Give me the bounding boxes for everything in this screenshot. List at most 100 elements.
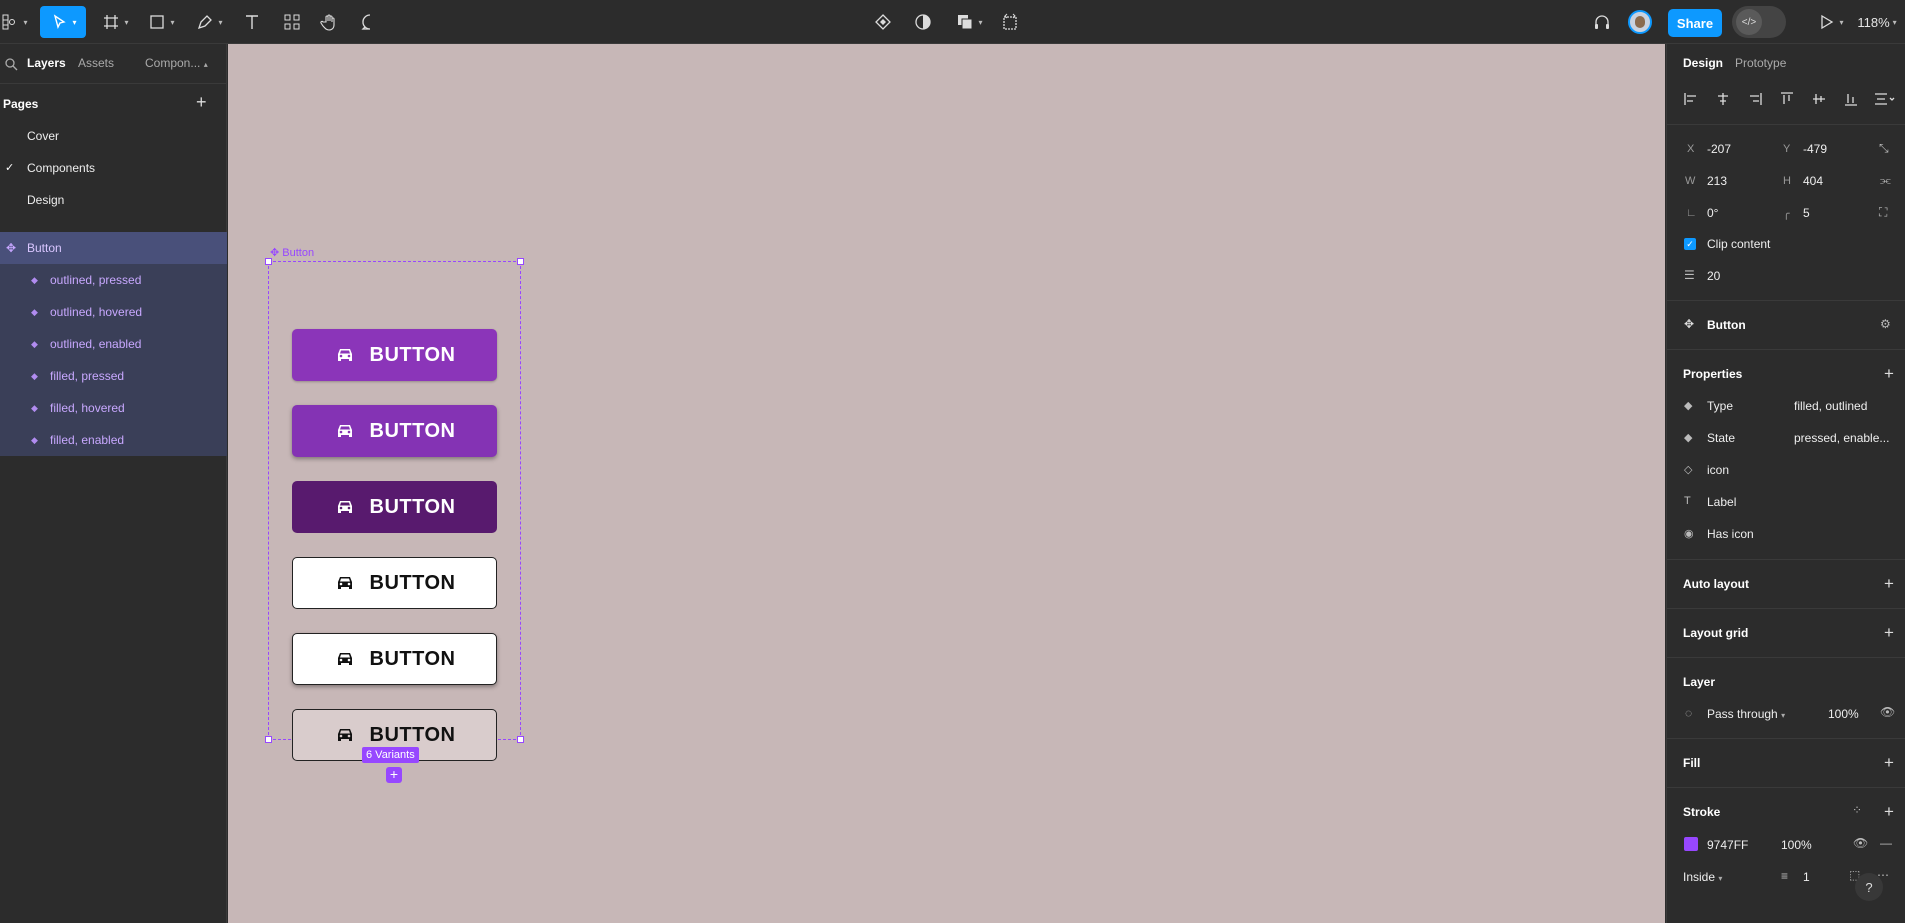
- dev-mode-toggle[interactable]: </>: [1732, 6, 1786, 38]
- distribute-icon[interactable]: [1873, 91, 1895, 107]
- button-variant-outlined-hovered[interactable]: BUTTON: [292, 633, 497, 685]
- add-auto-layout-button[interactable]: +: [1884, 575, 1894, 592]
- resize-handle[interactable]: [265, 736, 272, 743]
- headphones-icon[interactable]: [1590, 6, 1614, 38]
- add-property-button[interactable]: +: [1884, 365, 1894, 382]
- boolean-property-icon: ◉: [1684, 528, 1694, 540]
- page-components[interactable]: Components: [27, 161, 95, 175]
- boolean-icon[interactable]: ▾: [952, 6, 986, 38]
- tab-design[interactable]: Design: [1683, 56, 1723, 70]
- align-left-icon[interactable]: [1683, 91, 1699, 107]
- add-fill-button[interactable]: +: [1884, 754, 1894, 771]
- hand-tool-icon[interactable]: [318, 6, 342, 38]
- zoom-menu[interactable]: 118% ▾: [1852, 6, 1902, 38]
- divider: [1667, 349, 1905, 350]
- figma-menu-icon[interactable]: ▾: [0, 6, 28, 38]
- eye-icon[interactable]: 👁: [1880, 705, 1895, 719]
- button-variant-outlined-pressed[interactable]: BUTTON: [292, 557, 497, 609]
- check-icon: ✓: [5, 162, 15, 174]
- add-layout-grid-button[interactable]: +: [1884, 624, 1894, 641]
- button-variant-filled-hovered[interactable]: BUTTON: [292, 405, 497, 457]
- rotation-input[interactable]: 0°: [1707, 206, 1718, 220]
- property-name: icon: [1707, 463, 1730, 477]
- canvas[interactable]: ✥ Button BUTTON BUTTON BUTTON BUTTON BUT…: [228, 44, 1665, 923]
- independent-corners-icon[interactable]: ⛶: [1879, 205, 1887, 220]
- eye-icon[interactable]: 👁: [1853, 836, 1868, 850]
- frame-tool-icon[interactable]: ▾: [98, 6, 132, 38]
- stroke-opacity-input[interactable]: 100%: [1781, 838, 1812, 852]
- layer-variant[interactable]: ◆ outlined, hovered: [0, 296, 227, 328]
- height-input[interactable]: 404: [1803, 174, 1823, 188]
- frame-label[interactable]: ✥ Button: [270, 246, 314, 259]
- stroke-position-select[interactable]: Inside ▾: [1683, 870, 1722, 884]
- button-label: BUTTON: [369, 723, 456, 746]
- property-row[interactable]: ◇ icon: [1667, 463, 1905, 483]
- layer-variant[interactable]: ◆ filled, hovered: [0, 392, 227, 424]
- search-icon[interactable]: [4, 57, 18, 71]
- user-avatar[interactable]: [1628, 10, 1652, 34]
- property-row[interactable]: ◆ State pressed, enable...: [1667, 431, 1905, 451]
- crop-icon[interactable]: [998, 6, 1022, 38]
- car-icon: [337, 653, 352, 665]
- resources-icon[interactable]: [280, 6, 304, 38]
- resize-handle[interactable]: [517, 258, 524, 265]
- component-set-frame[interactable]: BUTTON BUTTON BUTTON BUTTON BUTTON BUTTO…: [265, 258, 524, 761]
- style-grid-icon[interactable]: ⁘: [1852, 803, 1862, 817]
- blend-mode-select[interactable]: Pass through ▾: [1707, 707, 1785, 721]
- corner-radius-input[interactable]: 5: [1803, 206, 1810, 220]
- align-horizontal-center-icon[interactable]: [1715, 91, 1731, 107]
- tab-assets[interactable]: Assets: [78, 56, 114, 70]
- add-stroke-button[interactable]: +: [1884, 803, 1894, 820]
- y-input[interactable]: -479: [1803, 142, 1827, 156]
- component-icon[interactable]: [871, 6, 895, 38]
- tab-components[interactable]: Compon... ▴: [145, 56, 208, 70]
- lock-ratio-icon[interactable]: ⫘: [1880, 173, 1891, 188]
- comment-tool-icon[interactable]: [358, 6, 382, 38]
- constraints-icon[interactable]: ⤡: [1879, 141, 1889, 156]
- button-label: BUTTON: [369, 571, 456, 594]
- layer-variant[interactable]: ◆ filled, enabled: [0, 424, 227, 456]
- remove-stroke-icon[interactable]: —: [1880, 836, 1892, 850]
- align-bottom-icon[interactable]: [1843, 91, 1859, 107]
- stroke-weight-input[interactable]: 1: [1803, 870, 1810, 884]
- layer-label: Button: [27, 241, 62, 255]
- add-page-button[interactable]: +: [196, 93, 207, 111]
- play-icon[interactable]: ▾: [1812, 6, 1848, 38]
- page-design[interactable]: Design: [27, 193, 64, 207]
- tab-prototype[interactable]: Prototype: [1735, 56, 1786, 70]
- stroke-color-input[interactable]: 9747FF: [1707, 838, 1748, 852]
- variant-icon: ◆: [31, 306, 38, 317]
- property-row[interactable]: ◉ Has icon: [1667, 527, 1905, 547]
- property-row[interactable]: T Label: [1667, 495, 1905, 515]
- align-vertical-center-icon[interactable]: [1811, 91, 1827, 107]
- text-tool-icon[interactable]: [240, 6, 264, 38]
- property-row[interactable]: ◆ Type filled, outlined: [1667, 399, 1905, 419]
- add-variant-button[interactable]: +: [386, 767, 402, 783]
- pen-tool-icon[interactable]: ▾: [192, 6, 226, 38]
- tab-layers[interactable]: Layers: [27, 56, 66, 70]
- resize-handle[interactable]: [265, 258, 272, 265]
- align-right-icon[interactable]: [1747, 91, 1763, 107]
- spacing-input[interactable]: 20: [1707, 269, 1720, 283]
- layer-component-set[interactable]: ✥ Button: [0, 232, 227, 264]
- page-cover[interactable]: Cover: [27, 129, 59, 143]
- button-variant-filled-pressed[interactable]: BUTTON: [292, 329, 497, 381]
- component-settings-icon[interactable]: ⚙: [1880, 317, 1891, 331]
- layer-variant[interactable]: ◆ outlined, enabled: [0, 328, 227, 360]
- help-button[interactable]: ?: [1855, 873, 1883, 901]
- move-tool-icon[interactable]: ▾: [40, 6, 86, 38]
- spacing-icon: ☰: [1684, 268, 1695, 282]
- button-variant-filled-enabled[interactable]: BUTTON: [292, 481, 497, 533]
- align-top-icon[interactable]: [1779, 91, 1795, 107]
- x-input[interactable]: -207: [1707, 142, 1731, 156]
- layer-variant[interactable]: ◆ outlined, pressed: [0, 264, 227, 296]
- layer-variant[interactable]: ◆ filled, pressed: [0, 360, 227, 392]
- stroke-color-swatch[interactable]: [1684, 837, 1698, 851]
- share-button[interactable]: Share: [1668, 9, 1722, 37]
- layer-opacity-input[interactable]: 100%: [1828, 707, 1859, 721]
- resize-handle[interactable]: [517, 736, 524, 743]
- shape-tool-icon[interactable]: ▾: [144, 6, 178, 38]
- contrast-icon[interactable]: [911, 6, 935, 38]
- clip-content-checkbox[interactable]: ✓: [1684, 238, 1696, 250]
- width-input[interactable]: 213: [1707, 174, 1727, 188]
